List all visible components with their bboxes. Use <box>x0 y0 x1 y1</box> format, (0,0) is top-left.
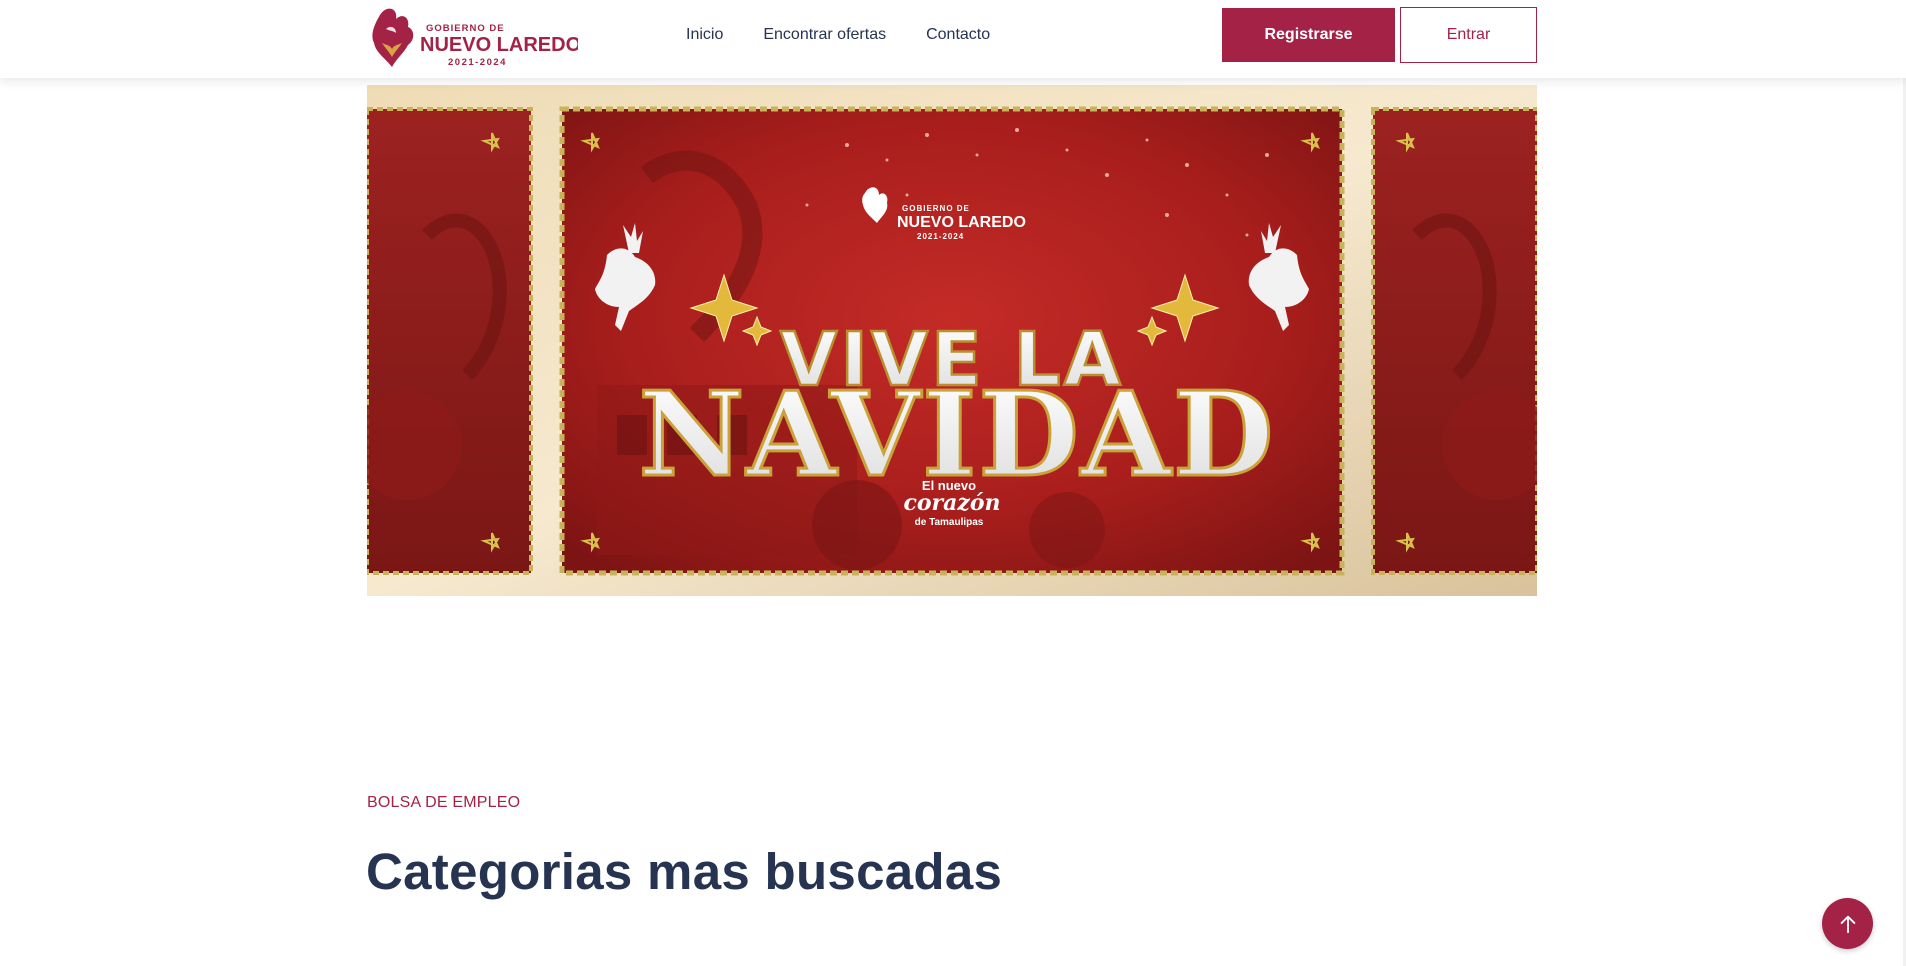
section-title: Categorias mas buscadas <box>366 843 1003 900</box>
banner-logo-line1: GOBIERNO DE <box>902 204 970 213</box>
arrow-up-icon <box>1840 915 1855 933</box>
logo-line1: GOBIERNO DE <box>426 23 505 34</box>
login-button[interactable]: Entrar <box>1400 7 1537 63</box>
banner-logo-line2: NUEVO LAREDO <box>897 214 1026 231</box>
scroll-top-button[interactable] <box>1822 898 1873 949</box>
banner-tag-line3: de Tamaulipas <box>915 517 984 528</box>
register-button[interactable]: Registrarse <box>1222 8 1395 62</box>
christmas-banner-image: GOBIERNO DE NUEVO LAREDO 2021-2024 VIVE … <box>367 85 1537 596</box>
logo-line3: 2021-2024 <box>448 57 507 68</box>
logo-line2: NUEVO LAREDO <box>420 34 578 56</box>
heart-flame-icon: GOBIERNO DE NUEVO LAREDO 2021-2024 <box>372 8 581 68</box>
nav-contacto[interactable]: Contacto <box>926 26 990 44</box>
site-logo[interactable]: GOBIERNO DE NUEVO LAREDO 2021-2024 <box>368 5 581 71</box>
site-header: GOBIERNO DE NUEVO LAREDO 2021-2024 Inici… <box>0 0 1906 78</box>
main-nav: Inicio Encontrar ofertas Contacto <box>686 0 1030 70</box>
banner-logo-line3: 2021-2024 <box>917 232 964 241</box>
hero-banner: GOBIERNO DE NUEVO LAREDO 2021-2024 VIVE … <box>367 85 1537 596</box>
nav-encontrar-ofertas[interactable]: Encontrar ofertas <box>763 26 886 44</box>
banner-tag-line2: corazón <box>903 490 1000 516</box>
section-eyebrow: BOLSA DE EMPLEO <box>367 794 521 811</box>
nav-inicio[interactable]: Inicio <box>686 26 723 44</box>
